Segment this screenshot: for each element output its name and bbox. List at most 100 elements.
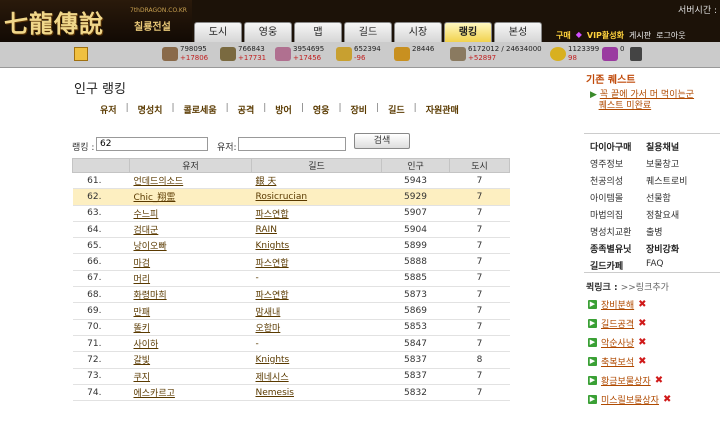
add-link[interactable]: >>링크추가	[621, 283, 669, 293]
delete-icon[interactable]: ✖	[638, 299, 646, 310]
quicklink-label[interactable]: 악순사냥	[601, 336, 634, 349]
tab-castle[interactable]: 본성	[494, 22, 542, 42]
arrow-icon: ▶	[588, 300, 597, 309]
delete-icon[interactable]: ✖	[638, 337, 646, 348]
subtab-guild[interactable]: 길드	[388, 103, 405, 116]
user-link[interactable]: 쿠지	[134, 373, 151, 383]
sidebar-menu-item[interactable]: 보물창고	[646, 157, 679, 170]
quest-link[interactable]: ▶ 꼭 끝에 가서 머 먹이는군 퀘스트 미완료	[590, 90, 694, 112]
resource-crystal: 3954695 +17456	[275, 45, 324, 63]
delete-icon[interactable]: ✖	[638, 356, 646, 367]
tab-hero[interactable]: 영웅	[244, 22, 292, 42]
vip-link[interactable]: VIP활성화	[587, 30, 624, 41]
table-row: 70. 똘키 오함마 5853 7	[72, 319, 510, 336]
user-link[interactable]: 검대군	[134, 226, 159, 236]
user-link[interactable]: 사이하	[134, 340, 159, 350]
user-link[interactable]: 에스카르고	[134, 389, 175, 399]
sidebar-menu-item[interactable]: 다이아구매	[590, 140, 631, 153]
sidebar-menu-item[interactable]: 천공의성	[590, 174, 623, 187]
sidebar-menu-item[interactable]: 영주정보	[590, 157, 623, 170]
sidebar-menu-item[interactable]: 장비강화	[646, 242, 679, 255]
subtab-resource[interactable]: 자원관매	[426, 103, 459, 116]
table-row: 68. 화령마희 파스연합 5873 7	[72, 286, 510, 304]
guild-link[interactable]: RAIN	[256, 225, 277, 235]
user-link[interactable]: 갈빛	[134, 356, 151, 366]
sidebar-menu-item[interactable]: 정찰요새	[646, 208, 679, 221]
subtab-equipment[interactable]: 장비	[351, 103, 368, 116]
guild-link[interactable]: 제네시스	[256, 373, 289, 383]
user-link[interactable]: 낭이오빠	[134, 242, 167, 252]
memo-icon[interactable]	[74, 47, 88, 61]
user-link[interactable]: 언데드의소드	[134, 177, 184, 187]
cities-cell: 7	[449, 221, 510, 239]
delete-icon[interactable]: ✖	[663, 394, 671, 405]
cities-cell: 7	[449, 205, 510, 222]
user-link[interactable]: 마검	[134, 259, 151, 269]
subtab-defense[interactable]: 방어	[275, 103, 292, 116]
tab-city[interactable]: 도시	[194, 22, 242, 42]
sidebar-menu-item[interactable]: 퀘스트로비	[646, 174, 687, 187]
search-button[interactable]: 검색	[354, 133, 410, 149]
guild-link[interactable]: Rosicrucian	[256, 192, 308, 202]
lock-icon[interactable]	[630, 47, 642, 61]
subtab-fame[interactable]: 명성치	[138, 103, 163, 116]
subtab-hero[interactable]: 영웅	[313, 103, 330, 116]
guild-link[interactable]: 파스연합	[256, 291, 289, 301]
subtab-user[interactable]: 유저	[100, 103, 117, 116]
quicklink-label[interactable]: 길드공격	[601, 317, 634, 330]
sidebar-menu-item[interactable]: 마법의집	[590, 208, 623, 221]
guild-link[interactable]: Knights	[256, 241, 290, 251]
sidebar-menu-item[interactable]: 칠용채널	[646, 140, 679, 153]
tab-ranking[interactable]: 랭킹	[444, 22, 492, 42]
sidebar-menu-item[interactable]: 명성치교환	[590, 225, 631, 238]
tab-guild[interactable]: 길드	[344, 22, 392, 42]
sidebar-menu-item[interactable]: 길드카페	[590, 259, 623, 272]
rank-input[interactable]	[96, 137, 208, 151]
user-input[interactable]	[238, 137, 346, 151]
wood-icon	[162, 47, 178, 61]
sidebar-menu-item[interactable]: 아이템몰	[590, 191, 623, 204]
quicklink-label[interactable]: 장비분해	[601, 298, 634, 311]
quicklink-header: 퀵링크 : >>링크추가	[586, 283, 669, 293]
quicklink-label[interactable]: 황금보물상자	[601, 374, 651, 387]
sidebar-menu-item[interactable]: FAQ	[646, 259, 663, 269]
board-link[interactable]: 게시판	[629, 30, 651, 41]
guild-link[interactable]: 銀 天	[256, 177, 277, 187]
sidebar-menu-item[interactable]: 출병	[646, 225, 663, 238]
user-link[interactable]: 화령마희	[134, 291, 167, 301]
rank-cell: 69.	[72, 302, 130, 320]
subtab-colosseum[interactable]: 콜로세움	[184, 103, 217, 116]
user-link[interactable]: Chic_翔霊	[134, 193, 176, 203]
sidebar-menu-item[interactable]: 선물함	[646, 191, 671, 204]
guild-link[interactable]: -	[256, 339, 259, 349]
user-link[interactable]: 수느피	[134, 210, 159, 220]
population-icon	[450, 47, 466, 61]
guild-link[interactable]: 맘새내	[256, 308, 281, 318]
quicklink-label[interactable]: 축복보석	[601, 355, 634, 368]
guild-cell: 銀 天	[251, 172, 382, 190]
delete-icon[interactable]: ✖	[638, 318, 646, 329]
guild-link[interactable]: 파스연합	[256, 210, 289, 220]
user-link[interactable]: 만패	[134, 308, 151, 318]
sidebar-menu-item[interactable]: 종족별유닛	[590, 242, 631, 255]
guild-link[interactable]: -	[256, 273, 259, 283]
guild-link[interactable]: Knights	[256, 355, 290, 365]
guild-link[interactable]: 파스연합	[256, 259, 289, 269]
cities-cell: 7	[449, 302, 510, 320]
user-link[interactable]: 머리	[134, 275, 151, 285]
guild-link[interactable]: Nemesis	[256, 388, 294, 398]
tab-map[interactable]: 맵	[294, 22, 342, 42]
guild-link[interactable]: 오함마	[256, 324, 281, 334]
quicklink-label[interactable]: 미스릴보물상자	[601, 393, 659, 406]
subtab-attack[interactable]: 공격	[238, 103, 255, 116]
top-links: 구매 ◆ VIP활성화 게시판 로그아웃	[556, 30, 686, 41]
buy-link[interactable]: 구매	[556, 30, 571, 41]
logout-link[interactable]: 로그아웃	[656, 30, 685, 41]
user-link[interactable]: 똘키	[134, 324, 151, 334]
population-cell: 5853	[381, 319, 450, 336]
col-user: 유저	[129, 158, 252, 173]
game-logo[interactable]: 七龍傳說 7thDRAGON.CO.KR 칠룡전설	[0, 0, 192, 42]
tab-market[interactable]: 시장	[394, 22, 442, 42]
delete-icon[interactable]: ✖	[655, 375, 663, 386]
population-cell: 5929	[381, 188, 450, 206]
